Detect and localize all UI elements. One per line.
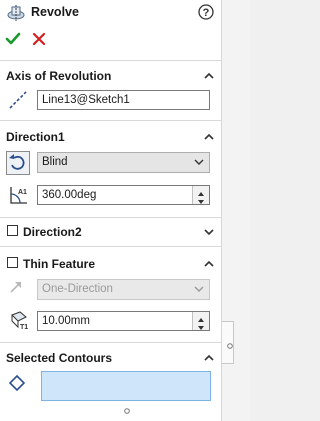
- chevron-down-icon: [193, 280, 205, 299]
- thin-thickness-value: 10.00mm: [42, 315, 90, 327]
- thin-thickness-input[interactable]: 10.00mm: [37, 311, 210, 331]
- separator: [0, 60, 221, 61]
- direction1-angle-input[interactable]: 360.00deg: [37, 185, 210, 205]
- thickness-icon: T1: [8, 309, 30, 331]
- direction1-angle-value: 360.00deg: [42, 189, 97, 201]
- spin-up-icon[interactable]: [193, 312, 209, 322]
- feature-title: Revolve: [31, 5, 79, 19]
- direction1-section-title: Direction1: [6, 130, 65, 144]
- property-manager-panel: Revolve ? Axis of Revolution Line13@Sket…: [0, 0, 222, 421]
- collapse-chevron-icon[interactable]: [203, 70, 215, 80]
- svg-text:?: ?: [203, 7, 210, 19]
- separator: [0, 120, 221, 121]
- angle-spinner[interactable]: [192, 186, 209, 204]
- panel-splitter-strip: [222, 0, 250, 421]
- axis-section-title: Axis of Revolution: [6, 69, 112, 83]
- axis-selection-field[interactable]: Line13@Sketch1: [37, 90, 210, 110]
- separator: [0, 217, 221, 218]
- svg-text:T1: T1: [20, 324, 28, 331]
- ok-check-icon[interactable]: [5, 31, 21, 47]
- svg-text:A1: A1: [18, 189, 27, 196]
- collapse-chevron-icon[interactable]: [203, 258, 215, 268]
- expand-chevron-icon[interactable]: [203, 226, 215, 236]
- thickness-spinner[interactable]: [192, 312, 209, 330]
- resize-handle-icon[interactable]: [124, 403, 130, 414]
- thin-type-value: One-Direction: [42, 283, 113, 295]
- axis-line-icon: [8, 90, 28, 110]
- direction1-end-condition-select[interactable]: Blind: [37, 152, 210, 173]
- contour-diamond-icon: [8, 374, 26, 392]
- reverse-direction-icon[interactable]: [6, 151, 30, 175]
- help-icon[interactable]: ?: [198, 4, 214, 20]
- selected-contours-list[interactable]: [41, 371, 211, 401]
- contours-section-title: Selected Contours: [6, 351, 113, 365]
- revolve-feature-icon: [6, 4, 26, 22]
- cancel-x-icon[interactable]: [32, 32, 46, 46]
- direction2-checkbox[interactable]: [7, 225, 18, 236]
- axis-value: Line13@Sketch1: [42, 94, 130, 106]
- collapse-chevron-icon[interactable]: [203, 352, 215, 362]
- chevron-down-icon: [193, 153, 205, 172]
- direction2-section-title: Direction2: [23, 225, 82, 239]
- spin-down-icon[interactable]: [193, 195, 209, 204]
- spin-down-icon[interactable]: [193, 321, 209, 330]
- spin-up-icon[interactable]: [193, 186, 209, 196]
- direction1-type-value: Blind: [42, 156, 68, 168]
- thin-type-select[interactable]: One-Direction: [37, 279, 210, 300]
- separator: [0, 246, 221, 247]
- angle-icon: A1: [8, 184, 30, 206]
- thin-feature-section-title: Thin Feature: [23, 257, 96, 271]
- collapse-chevron-icon[interactable]: [203, 131, 215, 141]
- splitter-grip-icon[interactable]: [227, 338, 233, 349]
- reverse-arrow-icon: [8, 279, 24, 295]
- thin-feature-checkbox[interactable]: [7, 257, 18, 268]
- separator: [0, 342, 221, 343]
